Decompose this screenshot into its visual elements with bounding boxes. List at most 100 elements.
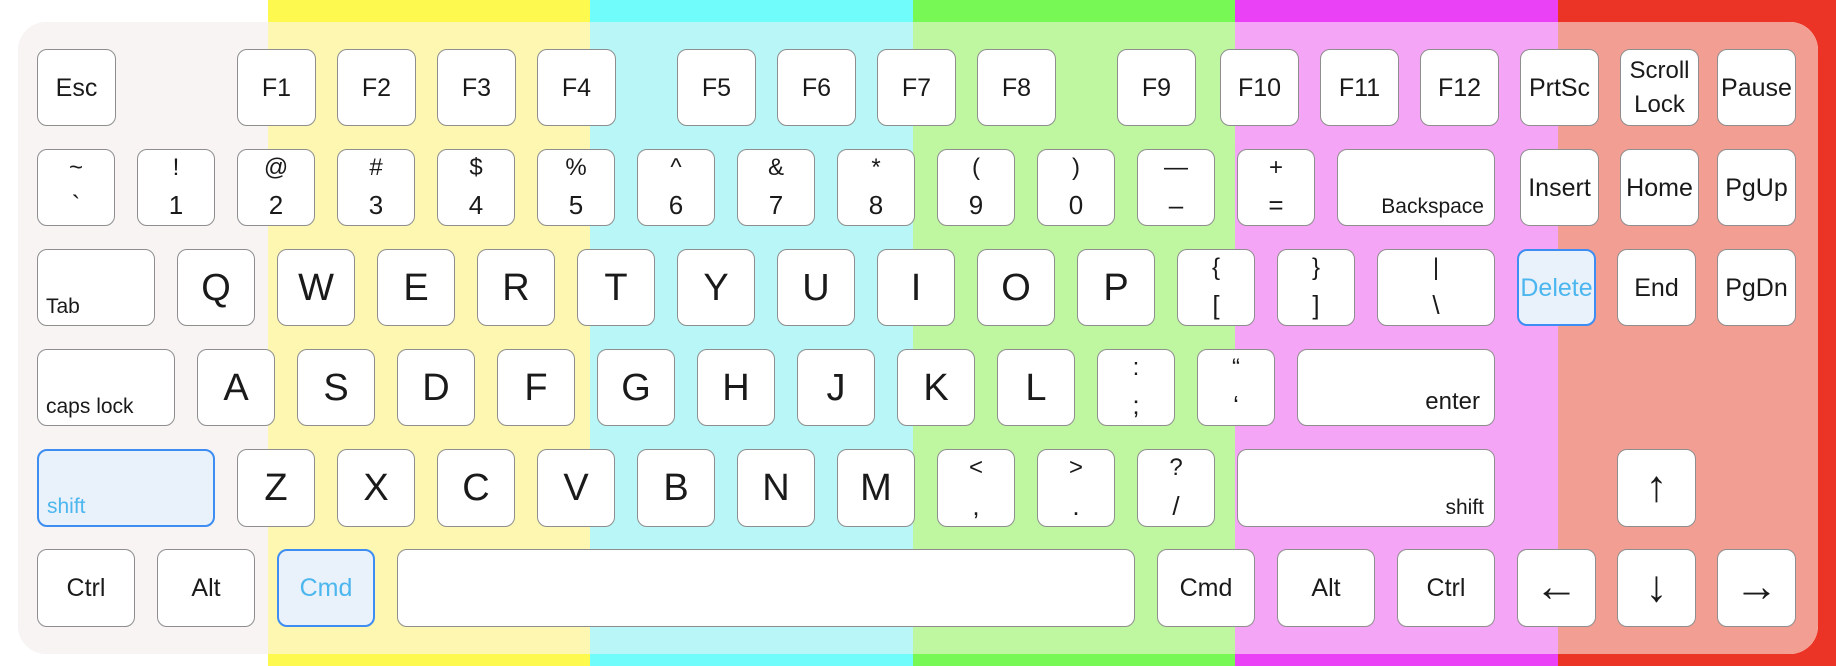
key-backspace[interactable]: Backspace — [1337, 149, 1495, 226]
key-home[interactable]: Home — [1620, 149, 1699, 226]
key-arrow-down[interactable]: ↓ — [1617, 549, 1696, 627]
key-scroll-lock[interactable]: Scroll Lock — [1620, 49, 1699, 126]
key-delete[interactable]: Delete — [1517, 249, 1596, 326]
key-q[interactable]: Q — [177, 249, 255, 326]
key-ctrl-left[interactable]: Ctrl — [37, 549, 135, 627]
key-cmd-right[interactable]: Cmd — [1157, 549, 1255, 627]
key-prtsc[interactable]: PrtSc — [1520, 49, 1599, 126]
key-3[interactable]: #3 — [337, 149, 415, 226]
key-r[interactable]: R — [477, 249, 555, 326]
key-f2[interactable]: F2 — [337, 49, 416, 126]
key-k[interactable]: K — [897, 349, 975, 426]
key-0[interactable]: ) 0 — [1037, 149, 1115, 226]
key-u[interactable]: U — [777, 249, 855, 326]
key-v[interactable]: V — [537, 449, 615, 527]
key-esc[interactable]: Esc — [37, 49, 116, 126]
key-i[interactable]: I — [877, 249, 955, 326]
key-f5[interactable]: F5 — [677, 49, 756, 126]
key-5[interactable]: % 5 — [537, 149, 615, 226]
key-alt-left[interactable]: Alt — [157, 549, 255, 627]
key-s[interactable]: S — [297, 349, 375, 426]
key-insert[interactable]: Insert — [1520, 149, 1599, 226]
key-x[interactable]: X — [337, 449, 415, 527]
key-2[interactable]: @2 — [237, 149, 315, 226]
key-shift-symbol: | — [1432, 254, 1440, 281]
key-7[interactable]: & 7 — [737, 149, 815, 226]
key-backslash[interactable]: | \ — [1377, 249, 1495, 326]
key-9[interactable]: (9 — [937, 149, 1015, 226]
key-label: enter — [1425, 388, 1480, 415]
key-f10[interactable]: F10 — [1220, 49, 1299, 126]
key-8[interactable]: * 8 — [837, 149, 915, 226]
key-ctrl-right[interactable]: Ctrl — [1397, 549, 1495, 627]
key-f6[interactable]: F6 — [777, 49, 856, 126]
key-w[interactable]: W — [277, 249, 355, 326]
key-bracket-left[interactable]: {[ — [1177, 249, 1255, 326]
key-l[interactable]: L — [997, 349, 1075, 426]
key-shift-symbol: } — [1311, 254, 1320, 281]
key-arrow-right[interactable]: → — [1717, 549, 1796, 627]
key-label: Cmd — [1179, 574, 1233, 602]
key-cmd-left[interactable]: Cmd — [277, 549, 375, 627]
key-o[interactable]: O — [977, 249, 1055, 326]
key-g[interactable]: G — [597, 349, 675, 426]
key-equals[interactable]: + = — [1237, 149, 1315, 226]
key-f9[interactable]: F9 — [1117, 49, 1196, 126]
key-semicolon[interactable]: :; — [1097, 349, 1175, 426]
key-j[interactable]: J — [797, 349, 875, 426]
key-f[interactable]: F — [497, 349, 575, 426]
key-h[interactable]: H — [697, 349, 775, 426]
key-4[interactable]: $4 — [437, 149, 515, 226]
key-pgup[interactable]: PgUp — [1717, 149, 1796, 226]
keyboard: Esc F1 F2 F3 F4 F5 F6 F7 F8 F9 F10 F11 F12 PrtSc Scrol… — [0, 0, 1836, 666]
key-enter[interactable]: enter — [1297, 349, 1495, 426]
key-bracket-right[interactable]: }] — [1277, 249, 1355, 326]
key-alt-right[interactable]: Alt — [1277, 549, 1375, 627]
key-tab[interactable]: Tab — [37, 249, 155, 326]
key-p[interactable]: P — [1077, 249, 1155, 326]
key-d[interactable]: D — [397, 349, 475, 426]
key-f1[interactable]: F1 — [237, 49, 316, 126]
key-base-symbol: = — [1268, 190, 1284, 220]
key-n[interactable]: N — [737, 449, 815, 527]
key-b[interactable]: B — [637, 449, 715, 527]
key-label: M — [860, 467, 892, 509]
key-6[interactable]: ^ 6 — [637, 149, 715, 226]
key-pause[interactable]: Pause — [1717, 49, 1796, 126]
key-a[interactable]: A — [197, 349, 275, 426]
key-apostrophe[interactable]: “‘ — [1197, 349, 1275, 426]
key-z[interactable]: Z — [237, 449, 315, 527]
key-t[interactable]: T — [577, 249, 655, 326]
key-f11[interactable]: F11 — [1320, 49, 1399, 126]
key-base-symbol: 0 — [1068, 190, 1084, 220]
key-space[interactable] — [397, 549, 1135, 627]
key-1[interactable]: ! 1 — [137, 149, 215, 226]
key-e[interactable]: E — [377, 249, 455, 326]
key-f7[interactable]: F7 — [877, 49, 956, 126]
key-arrow-up[interactable]: ↑ — [1617, 449, 1696, 527]
key-minus[interactable]: — – — [1137, 149, 1215, 226]
key-y[interactable]: Y — [677, 249, 755, 326]
key-backtick[interactable]: ~ ` — [37, 149, 115, 226]
key-shift-right[interactable]: shift — [1237, 449, 1495, 527]
key-c[interactable]: C — [437, 449, 515, 527]
key-comma[interactable]: <, — [937, 449, 1015, 527]
key-label: Cmd — [299, 574, 353, 602]
key-f3[interactable]: F3 — [437, 49, 516, 126]
key-m[interactable]: M — [837, 449, 915, 527]
key-f8[interactable]: F8 — [977, 49, 1056, 126]
key-f12[interactable]: F12 — [1420, 49, 1499, 126]
key-f4[interactable]: F4 — [537, 49, 616, 126]
key-period[interactable]: >. — [1037, 449, 1115, 527]
key-base-symbol: – — [1168, 190, 1184, 220]
key-label: N — [762, 467, 790, 509]
key-label: A — [223, 366, 249, 409]
key-pgdn[interactable]: PgDn — [1717, 249, 1796, 326]
key-end[interactable]: End — [1617, 249, 1696, 326]
key-slash[interactable]: ? / — [1137, 449, 1215, 527]
key-shift-left[interactable]: shift — [37, 449, 215, 527]
key-arrow-left[interactable]: ← — [1517, 549, 1596, 627]
key-label: Home — [1626, 173, 1693, 202]
key-caps-lock[interactable]: caps lock — [37, 349, 175, 426]
key-label: G — [621, 366, 651, 409]
